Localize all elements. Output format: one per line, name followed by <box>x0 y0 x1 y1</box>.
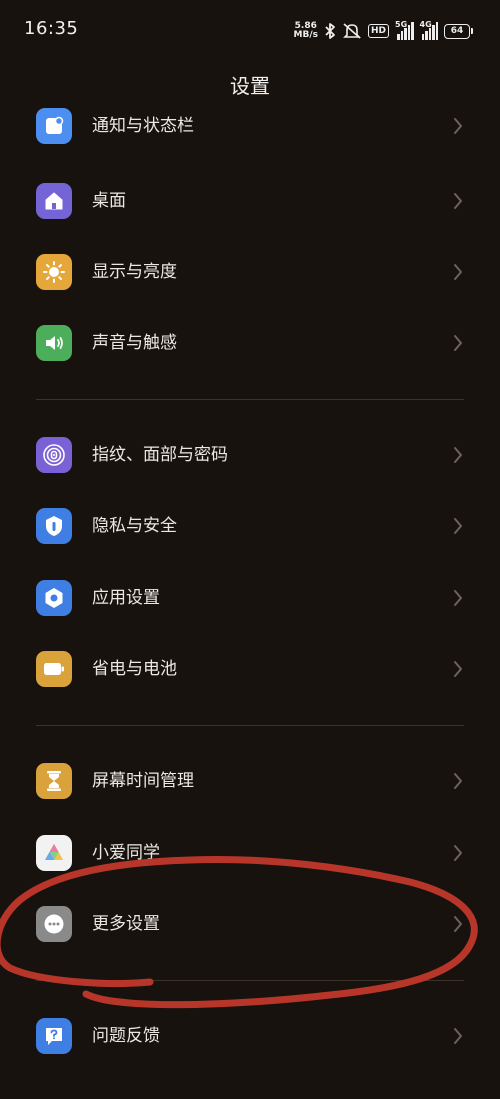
settings-item-screen-time[interactable]: 屏幕时间管理 <box>0 751 500 811</box>
settings-item-battery[interactable]: 省电与电池 <box>0 639 500 699</box>
chevron-right-icon <box>454 590 462 606</box>
settings-item-label: 省电与电池 <box>92 659 177 679</box>
more-icon <box>36 906 72 942</box>
chevron-right-icon <box>454 773 462 789</box>
feedback-icon <box>36 1018 72 1054</box>
sun-icon <box>36 254 72 290</box>
status-bar: 16:35 5.86 MB/s HD 5G 4G 64 <box>0 0 500 60</box>
battery-icon: 64 <box>444 23 473 39</box>
signal-4g-label: 4G <box>419 20 432 29</box>
settings-item-xiaoai[interactable]: 小爱同学 <box>0 823 500 883</box>
chevron-right-icon <box>454 264 462 280</box>
hourglass-icon <box>36 763 72 799</box>
settings-item-privacy[interactable]: 隐私与安全 <box>0 496 500 556</box>
settings-item-label: 桌面 <box>92 191 126 211</box>
home-icon <box>36 183 72 219</box>
chevron-right-icon <box>454 518 462 534</box>
settings-item-label: 屏幕时间管理 <box>92 771 194 791</box>
settings-item-more[interactable]: 更多设置 <box>0 894 500 954</box>
settings-list: 通知与状态栏 桌面 显示与亮度 声音与触感 指纹、面部与密码 隐私与安全 应用设… <box>0 95 500 1099</box>
settings-item-feedback[interactable]: 问题反馈 <box>0 1006 500 1066</box>
settings-item-apps[interactable]: 应用设置 <box>0 568 500 628</box>
settings-item-display[interactable]: 显示与亮度 <box>0 242 500 302</box>
section-divider <box>36 980 464 981</box>
settings-item-label: 显示与亮度 <box>92 262 177 282</box>
fingerprint-icon <box>36 437 72 473</box>
settings-item-label: 声音与触感 <box>92 333 177 353</box>
settings-item-desktop[interactable]: 桌面 <box>0 171 500 231</box>
chevron-right-icon <box>454 845 462 861</box>
signal-4g-icon: 4G <box>419 20 438 40</box>
battery-saver-icon <box>36 651 72 687</box>
chevron-right-icon <box>454 118 462 134</box>
speaker-icon <box>36 325 72 361</box>
section-divider <box>36 399 464 400</box>
signal-5g-label: 5G <box>395 20 408 29</box>
chevron-right-icon <box>454 335 462 351</box>
settings-item-label: 通知与状态栏 <box>92 116 194 136</box>
chevron-right-icon <box>454 193 462 209</box>
network-speed: 5.86 MB/s <box>294 22 318 40</box>
chevron-right-icon <box>454 916 462 932</box>
settings-item-label: 小爱同学 <box>92 843 160 863</box>
status-icons: 5.86 MB/s HD 5G 4G 64 <box>294 20 473 42</box>
hd-icon: HD <box>367 24 389 38</box>
section-divider <box>36 725 464 726</box>
network-speed-unit: MB/s <box>293 30 318 40</box>
hd-label: HD <box>370 26 386 36</box>
bluetooth-icon <box>325 23 335 39</box>
settings-item-label: 隐私与安全 <box>92 516 177 536</box>
battery-level: 64 <box>444 23 470 39</box>
settings-item-label: 问题反馈 <box>92 1026 160 1046</box>
settings-item-sound[interactable]: 声音与触感 <box>0 313 500 373</box>
signal-5g-icon: 5G <box>395 20 414 40</box>
chevron-right-icon <box>454 447 462 463</box>
chevron-right-icon <box>454 1028 462 1044</box>
settings-item-label: 指纹、面部与密码 <box>92 445 228 465</box>
settings-item-fingerprint[interactable]: 指纹、面部与密码 <box>0 425 500 485</box>
status-time: 16:35 <box>24 18 79 39</box>
settings-item-notifications[interactable]: 通知与状态栏 <box>0 100 500 160</box>
settings-item-label: 更多设置 <box>92 914 160 934</box>
xiaoai-icon <box>36 835 72 871</box>
notification-icon <box>36 108 72 144</box>
chevron-right-icon <box>454 661 462 677</box>
mute-icon <box>343 23 361 39</box>
settings-item-label: 应用设置 <box>92 588 160 608</box>
privacy-shield-icon <box>36 508 72 544</box>
app-settings-icon <box>36 580 72 616</box>
